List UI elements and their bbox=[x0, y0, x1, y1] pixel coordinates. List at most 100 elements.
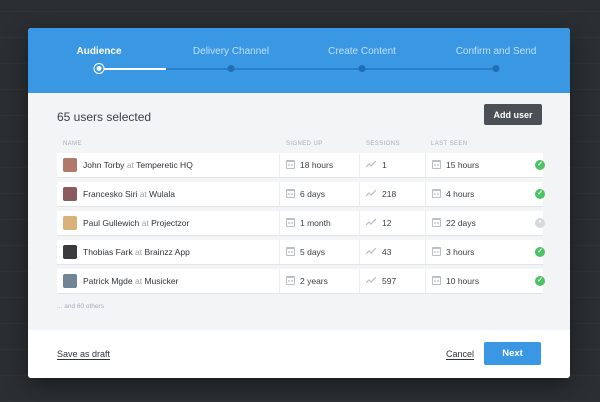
sessions-cell: 218 bbox=[382, 189, 397, 199]
table-row[interactable]: John Torby at Temperetic HQ 18 hours 1 15 h… bbox=[57, 153, 545, 177]
sessions-cell: 1 bbox=[382, 160, 387, 170]
column-divider bbox=[425, 211, 426, 235]
wizard-stepper: Audience Delivery Channel Create Content… bbox=[28, 28, 570, 93]
avatar bbox=[63, 216, 77, 230]
cancel-link[interactable]: Cancel bbox=[446, 349, 474, 359]
at-word: at bbox=[134, 247, 143, 257]
calendar-icon bbox=[432, 189, 441, 198]
column-divider bbox=[279, 182, 280, 206]
at-word: at bbox=[141, 218, 149, 228]
step-dot-confirm-and-send[interactable] bbox=[492, 65, 500, 72]
table-row[interactable]: Patrick Mgde at Musicker 2 years 597 10 hou… bbox=[57, 269, 545, 293]
activity-trend-icon bbox=[366, 277, 376, 284]
step-delivery-channel[interactable]: Delivery Channel bbox=[193, 46, 269, 57]
user-name[interactable]: Thobias Fark bbox=[83, 247, 133, 257]
at-word: at bbox=[139, 189, 147, 199]
next-button[interactable]: Next bbox=[484, 342, 541, 365]
save-as-draft-link[interactable]: Save as draft bbox=[57, 349, 110, 359]
company-name: Brainzz App bbox=[144, 247, 190, 257]
calendar-icon bbox=[286, 160, 295, 169]
sessions-cell: 43 bbox=[382, 247, 392, 257]
status-check-icon: ✓ bbox=[535, 160, 545, 170]
sessions-cell: 597 bbox=[382, 276, 397, 286]
signed-up-cell: 1 month bbox=[300, 218, 331, 228]
column-divider bbox=[359, 211, 360, 235]
column-divider bbox=[279, 211, 280, 235]
user-name[interactable]: John Torby bbox=[83, 160, 124, 170]
step-create-content[interactable]: Create Content bbox=[328, 46, 396, 57]
user-name-cell: Francesko Siri at Wulala bbox=[83, 189, 175, 199]
signed-up-cell: 18 hours bbox=[300, 160, 334, 170]
company-name: Musicker bbox=[144, 276, 179, 286]
more-users-note: ... and 60 others bbox=[57, 303, 104, 310]
selected-users-title: 65 users selected bbox=[57, 110, 152, 124]
avatar bbox=[63, 245, 77, 259]
status-pending-icon: • bbox=[535, 218, 545, 228]
company-name: Wulala bbox=[149, 189, 175, 199]
calendar-icon bbox=[432, 218, 441, 227]
avatar bbox=[63, 187, 77, 201]
column-divider bbox=[425, 240, 426, 264]
status-check-icon: ✓ bbox=[535, 276, 545, 286]
column-header-last-seen[interactable]: LAST SEEN bbox=[431, 141, 468, 147]
company-name: Projectzor bbox=[151, 218, 190, 228]
column-divider bbox=[359, 269, 360, 293]
activity-trend-icon bbox=[366, 190, 376, 197]
calendar-icon bbox=[286, 247, 295, 256]
user-name[interactable]: Paul Gullewich bbox=[83, 218, 139, 228]
user-name-cell: Patrick Mgde at Musicker bbox=[83, 276, 178, 286]
column-header-sessions[interactable]: SESSIONS bbox=[366, 141, 400, 147]
add-user-button[interactable]: Add user bbox=[484, 104, 542, 125]
activity-trend-icon bbox=[366, 219, 376, 226]
stepper-progress bbox=[99, 68, 166, 70]
step-dot-delivery-channel[interactable] bbox=[227, 65, 235, 72]
column-divider bbox=[359, 240, 360, 264]
user-name[interactable]: Patrick Mgde bbox=[83, 276, 133, 286]
calendar-icon bbox=[286, 218, 295, 227]
calendar-icon bbox=[286, 189, 295, 198]
column-divider bbox=[359, 153, 360, 177]
column-divider bbox=[279, 240, 280, 264]
user-name-cell: Thobias Fark at Brainzz App bbox=[83, 247, 190, 257]
last-seen-cell: 10 hours bbox=[446, 276, 480, 286]
last-seen-cell: 22 days bbox=[446, 218, 476, 228]
user-name-cell: Paul Gullewich at Projectzor bbox=[83, 218, 189, 228]
at-word: at bbox=[126, 160, 134, 170]
signed-up-cell: 5 days bbox=[300, 247, 326, 257]
table-row[interactable]: Paul Gullewich at Projectzor 1 month 12 22 … bbox=[57, 211, 545, 235]
calendar-icon bbox=[432, 276, 441, 285]
user-name-cell: John Torby at Temperetic HQ bbox=[83, 160, 193, 170]
avatar bbox=[63, 274, 77, 288]
sessions-cell: 12 bbox=[382, 218, 392, 228]
calendar-icon bbox=[286, 276, 295, 285]
status-check-icon: ✓ bbox=[535, 189, 545, 199]
column-divider bbox=[359, 182, 360, 206]
step-confirm-and-send[interactable]: Confirm and Send bbox=[456, 46, 537, 57]
step-dot-audience[interactable] bbox=[94, 64, 104, 73]
activity-trend-icon bbox=[366, 248, 376, 255]
at-word: at bbox=[134, 276, 143, 286]
last-seen-cell: 3 hours bbox=[446, 247, 475, 257]
calendar-icon bbox=[432, 247, 441, 256]
dialog-footer: Save as draft Cancel Next bbox=[28, 330, 570, 378]
last-seen-cell: 15 hours bbox=[446, 160, 480, 170]
new-message-wizard-dialog: Audience Delivery Channel Create Content… bbox=[28, 28, 570, 378]
signed-up-cell: 2 years bbox=[300, 276, 328, 286]
signed-up-cell: 6 days bbox=[300, 189, 326, 199]
column-divider bbox=[279, 153, 280, 177]
avatar bbox=[63, 158, 77, 172]
table-row[interactable]: Francesko Siri at Wulala 6 days 218 4 hours… bbox=[57, 182, 545, 206]
activity-trend-icon bbox=[366, 161, 376, 168]
user-name[interactable]: Francesko Siri bbox=[83, 189, 137, 199]
company-name: Temperetic HQ bbox=[136, 160, 193, 170]
column-divider bbox=[279, 269, 280, 293]
column-header-name[interactable]: NAME bbox=[63, 141, 82, 147]
column-header-signed-up[interactable]: SIGNED UP bbox=[286, 141, 323, 147]
step-dot-create-content[interactable] bbox=[358, 65, 366, 72]
column-divider bbox=[425, 269, 426, 293]
last-seen-cell: 4 hours bbox=[446, 189, 475, 199]
step-audience[interactable]: Audience bbox=[76, 46, 121, 57]
calendar-icon bbox=[432, 160, 441, 169]
status-check-icon: ✓ bbox=[535, 247, 545, 257]
table-row[interactable]: Thobias Fark at Brainzz App 5 days 43 3 hou… bbox=[57, 240, 545, 264]
